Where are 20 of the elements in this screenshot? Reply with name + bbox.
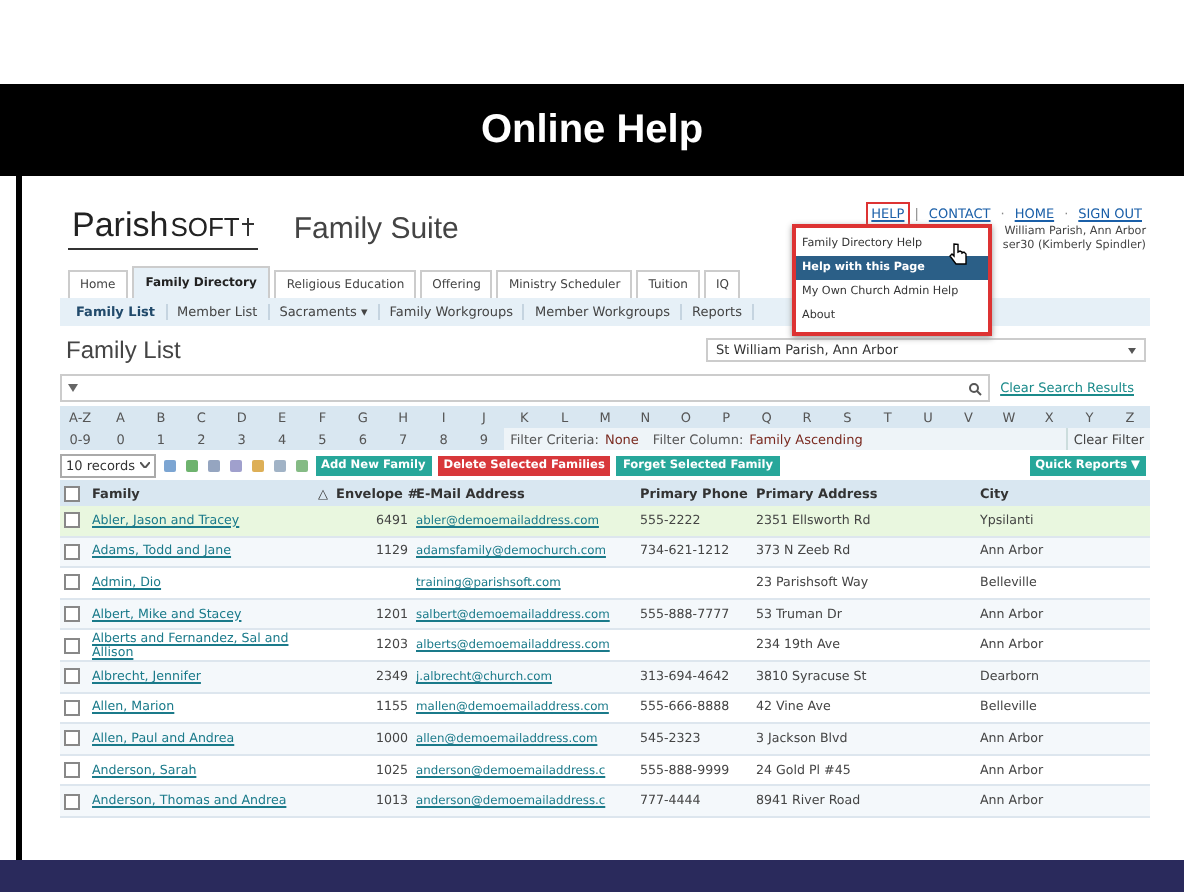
row-checkbox[interactable] bbox=[64, 512, 80, 529]
row-checkbox[interactable] bbox=[64, 762, 80, 779]
search-field[interactable] bbox=[60, 374, 991, 402]
suite-title: Family Suite bbox=[293, 211, 459, 245]
chevron-icon bbox=[139, 462, 149, 468]
row-checkbox[interactable] bbox=[64, 668, 80, 685]
hand-cursor-icon bbox=[948, 242, 968, 266]
slide-title: Online Help bbox=[480, 107, 704, 153]
search-icon[interactable] bbox=[968, 381, 983, 395]
row-checkbox[interactable] bbox=[64, 606, 80, 623]
row-checkbox[interactable] bbox=[64, 699, 80, 716]
dropdown-arrow-icon bbox=[1128, 347, 1136, 353]
row-checkbox[interactable] bbox=[64, 574, 80, 591]
row-checkbox[interactable] bbox=[64, 730, 80, 747]
row-checkbox[interactable] bbox=[64, 543, 80, 560]
row-checkbox[interactable] bbox=[64, 793, 80, 810]
select-all-checkbox[interactable] bbox=[64, 485, 80, 502]
logo: ParishSOFT bbox=[68, 206, 258, 250]
row-checkbox[interactable] bbox=[64, 637, 80, 654]
page-title: Family List bbox=[66, 336, 181, 364]
